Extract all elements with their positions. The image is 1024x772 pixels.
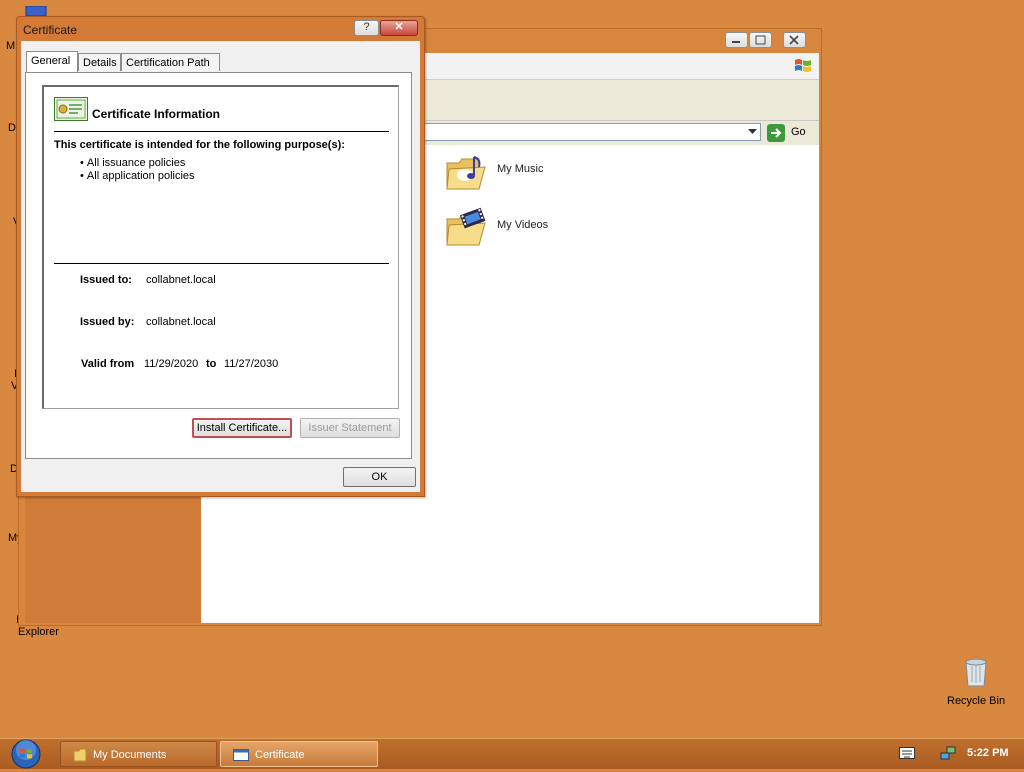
close-button[interactable] xyxy=(783,32,806,48)
valid-to-label: to xyxy=(206,358,217,370)
certificate-dialog: Certificate ? ✕ General Details Certific… xyxy=(16,16,425,497)
folder-item-my-music[interactable]: My Music xyxy=(445,149,565,193)
issuer-statement-button[interactable]: Issuer Statement xyxy=(300,418,400,438)
explorer-left-pane xyxy=(25,497,201,623)
taskbar-item-my-documents[interactable]: My Documents xyxy=(60,741,217,767)
keyboard-icon[interactable] xyxy=(899,747,915,759)
recycle-bin-icon xyxy=(965,658,987,687)
address-bar: Go xyxy=(423,121,819,145)
taskbar-item-certificate[interactable]: Certificate xyxy=(220,741,378,767)
minimize-icon xyxy=(732,41,740,43)
folder-item-my-videos[interactable]: My Videos xyxy=(445,205,565,249)
start-button[interactable] xyxy=(4,739,44,769)
start-orb-icon xyxy=(11,739,41,769)
valid-to-value: 11/27/2030 xyxy=(224,358,279,370)
purpose-item: • All issuance policies xyxy=(80,157,186,169)
explorer-toolbar xyxy=(423,80,819,121)
windows-logo-icon xyxy=(795,59,811,72)
issued-to-label: Issued to: xyxy=(80,274,132,286)
purpose-heading: This certificate is intended for the fol… xyxy=(54,139,345,151)
help-button[interactable]: ? xyxy=(354,20,379,36)
purpose-list: • All issuance policies • All applicatio… xyxy=(80,157,195,183)
purpose-item: • All application policies xyxy=(80,170,195,182)
desktop-label-partial[interactable]: D xyxy=(8,122,16,134)
close-icon xyxy=(789,35,799,45)
tab-certification-path[interactable]: Certification Path xyxy=(121,53,220,71)
install-certificate-button[interactable]: Install Certificate... xyxy=(192,418,292,438)
explorer-menubar xyxy=(423,53,819,80)
ok-button[interactable]: OK xyxy=(343,467,416,487)
desktop-label-explorer[interactable]: Explorer xyxy=(18,626,59,638)
go-label: Go xyxy=(791,126,806,138)
tab-general[interactable]: General xyxy=(26,51,78,72)
valid-from-label: Valid from xyxy=(81,358,135,370)
restore-icon xyxy=(755,35,766,45)
certificate-icon xyxy=(54,97,88,121)
dialog-body: General Details Certification Path Certi… xyxy=(21,41,420,492)
go-arrow-icon xyxy=(767,124,785,142)
valid-from-value: 11/29/2020 xyxy=(144,358,199,370)
taskbar: My Documents Certificate 5:22 PM xyxy=(0,738,1024,769)
issued-to-value: collabnet.local xyxy=(146,274,216,286)
divider xyxy=(54,263,389,264)
task-label: My Documents xyxy=(93,749,167,761)
dialog-close-button[interactable]: ✕ xyxy=(380,20,418,36)
issued-by-label: Issued by: xyxy=(80,316,135,328)
go-button[interactable]: Go xyxy=(767,123,817,143)
general-tab-panel: Certificate Information This certificate… xyxy=(25,72,412,459)
issued-by-value: collabnet.local xyxy=(146,316,216,328)
maximize-button[interactable] xyxy=(749,32,772,48)
divider xyxy=(54,131,389,132)
chevron-down-icon[interactable] xyxy=(748,129,757,135)
music-folder-icon xyxy=(446,156,486,190)
folder-label: My Videos xyxy=(497,219,549,231)
recycle-bin-label: Recycle Bin xyxy=(947,695,1006,707)
certificate-info-box: Certificate Information This certificate… xyxy=(42,85,399,409)
computer-icon[interactable] xyxy=(24,5,48,17)
folder-icon xyxy=(73,748,87,762)
desktop-label-partial[interactable]: M xyxy=(6,40,15,52)
dialog-title: Certificate xyxy=(23,23,78,37)
window-icon xyxy=(233,749,249,761)
tab-details[interactable]: Details xyxy=(78,53,121,71)
recycle-bin[interactable]: Recycle Bin xyxy=(940,656,1012,708)
clock[interactable]: 5:22 PM xyxy=(967,747,1009,759)
network-icon[interactable] xyxy=(940,745,956,761)
address-input[interactable] xyxy=(423,123,761,141)
video-folder-icon xyxy=(446,207,486,246)
certificate-info-heading: Certificate Information xyxy=(92,107,221,121)
task-label: Certificate xyxy=(255,749,305,761)
folder-label: My Music xyxy=(497,163,544,175)
minimize-button[interactable] xyxy=(725,32,748,48)
